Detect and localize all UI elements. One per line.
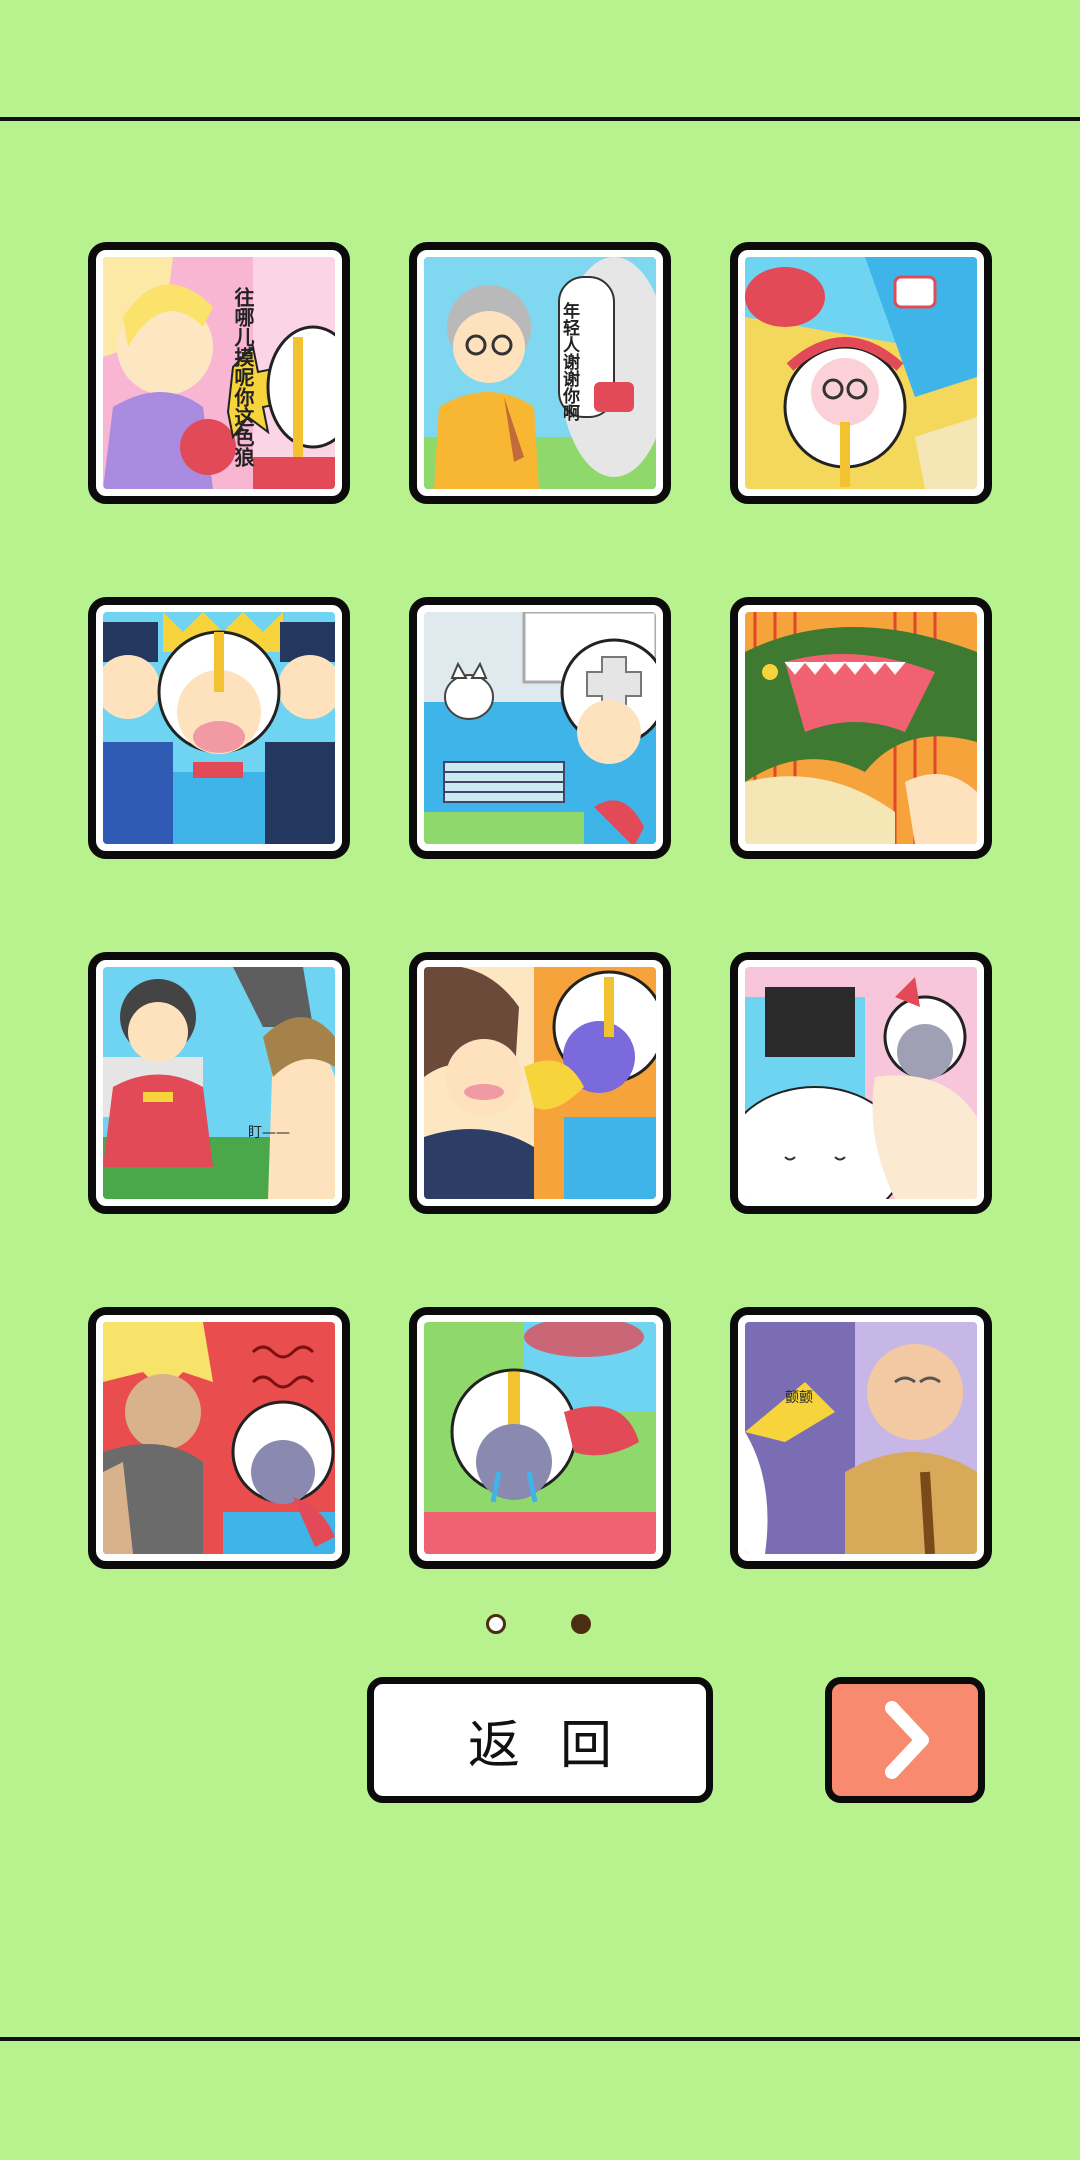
- comic-tile-3[interactable]: [730, 242, 992, 504]
- comic-art: 颤颤: [745, 1322, 977, 1554]
- comic-tile-6[interactable]: [730, 597, 992, 859]
- comic-art: [745, 257, 977, 489]
- comic-tile-9[interactable]: [730, 952, 992, 1214]
- comic-art: [424, 967, 656, 1199]
- page-indicator: [486, 1614, 596, 1638]
- speech-text: 年轻人谢谢你啊: [559, 301, 581, 422]
- comic-art: [745, 967, 977, 1199]
- back-button[interactable]: 返回: [367, 1677, 713, 1803]
- comic-art: 年轻人谢谢你啊: [424, 257, 656, 489]
- comic-gallery-grid: 往哪儿摸呢你这色狼 年轻人谢谢你啊 盯—— 颤颤: [88, 242, 992, 1569]
- bottom-divider: [0, 2037, 1080, 2041]
- comic-art: [103, 1322, 335, 1554]
- comic-art: [745, 612, 977, 844]
- speech-text: 往哪儿摸呢你这色狼: [231, 286, 255, 468]
- comic-tile-2[interactable]: 年轻人谢谢你啊: [409, 242, 671, 504]
- back-button-label: 返回: [467, 1715, 652, 1776]
- comic-tile-7[interactable]: 盯——: [88, 952, 350, 1214]
- comic-art: 盯——: [103, 967, 335, 1199]
- comic-tile-11[interactable]: [409, 1307, 671, 1569]
- page-dot-1[interactable]: [486, 1614, 506, 1634]
- comic-tile-1[interactable]: 往哪儿摸呢你这色狼: [88, 242, 350, 504]
- chevron-right-icon: [885, 1701, 929, 1779]
- comic-art: [103, 612, 335, 844]
- top-divider: [0, 117, 1080, 121]
- comic-tile-8[interactable]: [409, 952, 671, 1214]
- comic-art: 往哪儿摸呢你这色狼: [103, 257, 335, 489]
- comic-tile-12[interactable]: 颤颤: [730, 1307, 992, 1569]
- comic-art: [424, 612, 656, 844]
- page-dot-2[interactable]: [571, 1614, 591, 1634]
- speech-text: 盯——: [248, 1125, 290, 1141]
- comic-tile-4[interactable]: [88, 597, 350, 859]
- comic-art: [424, 1322, 656, 1554]
- comic-tile-10[interactable]: [88, 1307, 350, 1569]
- speech-text: 颤颤: [785, 1390, 813, 1406]
- next-page-button[interactable]: [825, 1677, 985, 1803]
- comic-tile-5[interactable]: [409, 597, 671, 859]
